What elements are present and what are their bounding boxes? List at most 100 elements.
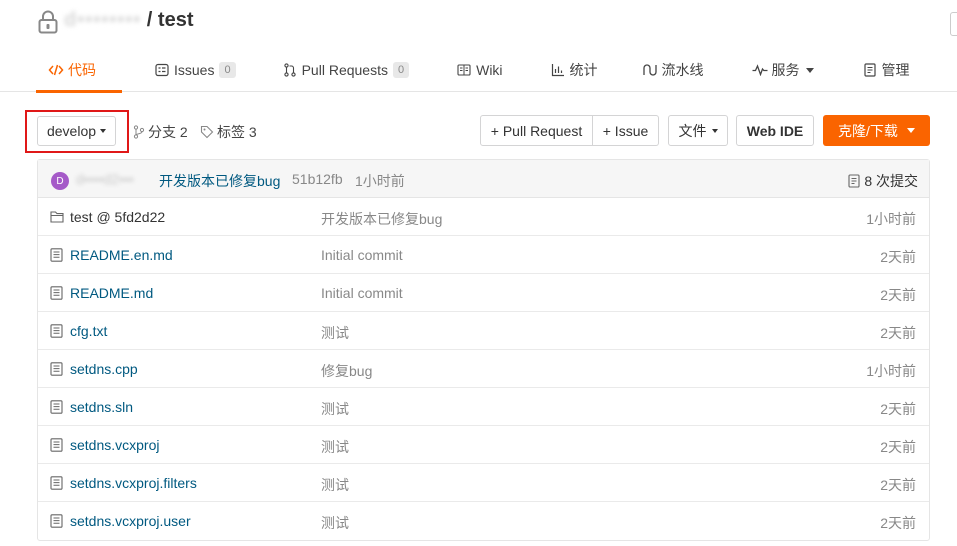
- latest-commit-time: 1小时前: [355, 173, 405, 189]
- file-row[interactable]: README.en.md Initial commit 2天前: [38, 236, 929, 274]
- chevron-down-icon: [906, 128, 915, 133]
- commit-count-link[interactable]: 8 次提交: [848, 171, 918, 191]
- branch-icon: [133, 125, 145, 139]
- file-commit-message[interactable]: 测试: [321, 399, 349, 419]
- file-commit-time: 2天前: [880, 249, 916, 265]
- pull-request-icon: [282, 62, 298, 78]
- watermark: [580, 534, 950, 544]
- tab-service-label: 服务: [771, 62, 800, 78]
- file-menu-label: 文件: [678, 122, 707, 139]
- latest-commit-message[interactable]: 开发版本已修复bug: [159, 171, 280, 191]
- commits-icon: [848, 174, 860, 188]
- file-icon: [50, 400, 64, 414]
- repo-name[interactable]: test: [158, 9, 194, 31]
- file-commit-time: 2天前: [880, 439, 916, 455]
- file-icon: [50, 248, 64, 262]
- file-commit-message[interactable]: 测试: [321, 437, 349, 457]
- tab-stats[interactable]: 统计: [550, 48, 598, 92]
- manage-icon: [862, 62, 878, 78]
- web-ide-button[interactable]: Web IDE: [736, 115, 814, 146]
- file-name[interactable]: README.md: [70, 285, 153, 301]
- file-icon: [50, 476, 64, 490]
- file-row[interactable]: test @ 5fd2d22 开发版本已修复bug 1小时前: [38, 198, 929, 236]
- repo-title: d•••••••• / test: [64, 9, 194, 32]
- service-icon: [752, 62, 768, 78]
- file-name[interactable]: test @ 5fd2d22: [70, 209, 165, 225]
- file-menu-button[interactable]: 文件: [668, 115, 728, 146]
- file-row[interactable]: cfg.txt 测试 2天前: [38, 312, 929, 350]
- pipeline-icon: [642, 62, 658, 78]
- file-commit-time: 1小时前: [866, 211, 916, 227]
- latest-commit-bar: D d••••d2••• 开发版本已修复bug 51b12fb 1小时前 8 次…: [38, 160, 929, 198]
- file-row[interactable]: README.md Initial commit 2天前: [38, 274, 929, 312]
- file-commit-message[interactable]: Initial commit: [321, 285, 403, 301]
- issues-icon: [154, 62, 170, 78]
- wiki-icon: [456, 62, 472, 78]
- file-row[interactable]: setdns.vcxproj.filters 测试 2天前: [38, 464, 929, 502]
- branch-select[interactable]: develop: [37, 116, 116, 146]
- tab-pull-requests-label: Pull Requests: [301, 62, 388, 78]
- tag-icon: [200, 125, 214, 139]
- new-issue-button[interactable]: + Issue: [593, 115, 659, 146]
- stats-icon: [550, 62, 566, 78]
- file-commit-message[interactable]: 修复bug: [321, 361, 372, 381]
- file-icon: [50, 514, 64, 528]
- tab-issues[interactable]: Issues 0: [154, 48, 236, 92]
- file-commit-message[interactable]: 测试: [321, 513, 349, 533]
- tab-issues-label: Issues: [174, 62, 215, 78]
- tab-manage[interactable]: 管理: [862, 48, 910, 92]
- file-name[interactable]: setdns.cpp: [70, 361, 138, 377]
- branches-link[interactable]: 分支 2: [133, 122, 188, 142]
- file-name[interactable]: README.en.md: [70, 247, 173, 263]
- lock-icon: [38, 10, 58, 34]
- create-button-group: + Pull Request + Issue: [480, 115, 659, 146]
- repo-owner[interactable]: d••••••••: [64, 9, 141, 32]
- tags-link[interactable]: 标签 3: [200, 122, 257, 142]
- submodule-folder-icon: [50, 210, 64, 224]
- clone-download-button[interactable]: 克隆/下载: [823, 115, 930, 146]
- chevron-down-icon: [805, 67, 814, 73]
- tab-code[interactable]: 代码: [36, 48, 122, 93]
- file-row[interactable]: setdns.vcxproj 测试 2天前: [38, 426, 929, 464]
- code-icon: [48, 62, 64, 78]
- file-commit-message[interactable]: 测试: [321, 475, 349, 495]
- tab-pull-requests[interactable]: Pull Requests 0: [282, 48, 410, 92]
- star-button[interactable]: [950, 12, 957, 36]
- file-commit-message[interactable]: Initial commit: [321, 247, 403, 263]
- file-row[interactable]: setdns.cpp 修复bug 1小时前: [38, 350, 929, 388]
- file-row[interactable]: setdns.sln 测试 2天前: [38, 388, 929, 426]
- file-name[interactable]: setdns.vcxproj.user: [70, 513, 191, 529]
- file-table: D d••••d2••• 开发版本已修复bug 51b12fb 1小时前 8 次…: [37, 159, 930, 541]
- file-icon: [50, 438, 64, 452]
- file-commit-message[interactable]: 测试: [321, 323, 349, 343]
- tab-pipeline[interactable]: 流水线: [642, 48, 704, 92]
- branches-label: 分支 2: [148, 124, 188, 140]
- repo-tabs: 代码 Issues 0 Pull Requests 0 Wiki 统计 流水线 …: [36, 48, 910, 93]
- tab-service[interactable]: 服务: [752, 48, 814, 92]
- tab-wiki-label: Wiki: [476, 62, 503, 78]
- chevron-down-icon: [100, 129, 107, 133]
- file-icon: [50, 286, 64, 300]
- file-commit-time: 1小时前: [866, 363, 916, 379]
- file-commit-time: 2天前: [880, 401, 916, 417]
- clone-download-label: 克隆/下载: [838, 122, 898, 139]
- branch-select-label: develop: [46, 123, 97, 139]
- file-commit-message[interactable]: 开发版本已修复bug: [321, 209, 442, 229]
- file-icon: [50, 362, 64, 376]
- file-name[interactable]: setdns.sln: [70, 399, 133, 415]
- file-commit-time: 2天前: [880, 287, 916, 303]
- file-name[interactable]: setdns.vcxproj: [70, 437, 159, 453]
- tab-manage-label: 管理: [881, 62, 910, 78]
- file-icon: [50, 324, 64, 338]
- tab-code-label: 代码: [68, 62, 96, 78]
- latest-commit-hash[interactable]: 51b12fb: [292, 171, 343, 187]
- file-commit-time: 2天前: [880, 325, 916, 341]
- commit-author[interactable]: d••••d2•••: [76, 171, 134, 187]
- avatar[interactable]: D: [51, 172, 69, 190]
- new-pull-request-button[interactable]: + Pull Request: [480, 115, 593, 146]
- file-commit-time: 2天前: [880, 515, 916, 531]
- tab-wiki[interactable]: Wiki: [456, 48, 503, 92]
- chevron-down-icon: [711, 128, 718, 133]
- file-name[interactable]: setdns.vcxproj.filters: [70, 475, 197, 491]
- file-name[interactable]: cfg.txt: [70, 323, 107, 339]
